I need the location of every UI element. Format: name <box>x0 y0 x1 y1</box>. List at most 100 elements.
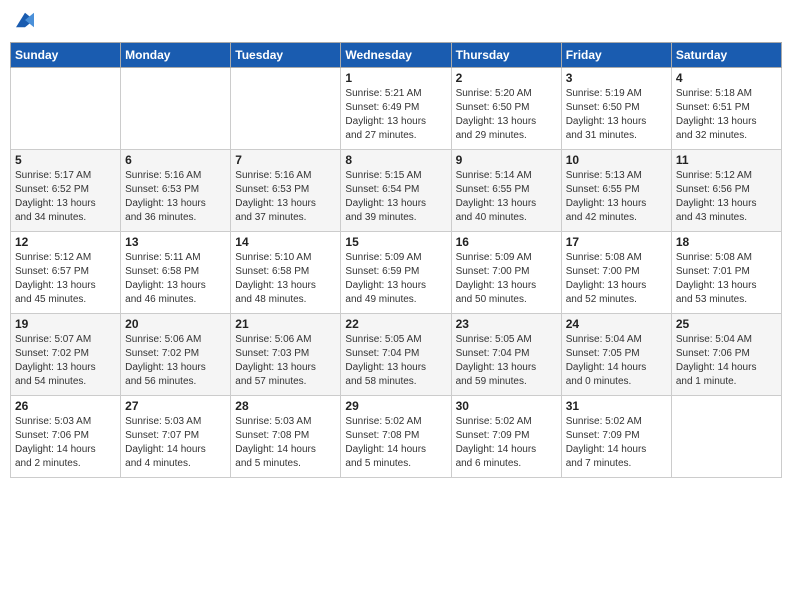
cell-info-line: Daylight: 14 hours <box>15 443 116 457</box>
weekday-header-cell: Saturday <box>671 43 781 68</box>
cell-info-line: Daylight: 13 hours <box>456 115 557 129</box>
calendar-cell <box>11 68 121 150</box>
day-number: 1 <box>345 71 446 85</box>
calendar-cell: 22Sunrise: 5:05 AMSunset: 7:04 PMDayligh… <box>341 314 451 396</box>
day-number: 19 <box>15 317 116 331</box>
cell-info-line: Sunrise: 5:16 AM <box>235 169 336 183</box>
cell-info-line: Sunrise: 5:04 AM <box>676 333 777 347</box>
cell-info-line: Sunset: 7:00 PM <box>566 265 667 279</box>
cell-info-line: Daylight: 13 hours <box>566 197 667 211</box>
calendar-week-row: 12Sunrise: 5:12 AMSunset: 6:57 PMDayligh… <box>11 232 782 314</box>
cell-info-line: and 0 minutes. <box>566 375 667 389</box>
cell-info-line: Sunrise: 5:16 AM <box>125 169 226 183</box>
calendar-cell: 24Sunrise: 5:04 AMSunset: 7:05 PMDayligh… <box>561 314 671 396</box>
cell-info-line: Daylight: 13 hours <box>566 279 667 293</box>
cell-info-line: Sunrise: 5:21 AM <box>345 87 446 101</box>
cell-info-line: and 48 minutes. <box>235 293 336 307</box>
calendar-table: SundayMondayTuesdayWednesdayThursdayFrid… <box>10 42 782 478</box>
cell-info-line: Daylight: 13 hours <box>235 279 336 293</box>
calendar-cell: 28Sunrise: 5:03 AMSunset: 7:08 PMDayligh… <box>231 396 341 478</box>
cell-info-line: Sunset: 6:57 PM <box>15 265 116 279</box>
cell-info-line: Daylight: 13 hours <box>125 279 226 293</box>
cell-info-line: Sunrise: 5:02 AM <box>345 415 446 429</box>
calendar-cell: 19Sunrise: 5:07 AMSunset: 7:02 PMDayligh… <box>11 314 121 396</box>
calendar-cell: 23Sunrise: 5:05 AMSunset: 7:04 PMDayligh… <box>451 314 561 396</box>
cell-info-line: Daylight: 14 hours <box>125 443 226 457</box>
cell-info-line: Sunrise: 5:06 AM <box>235 333 336 347</box>
calendar-cell: 12Sunrise: 5:12 AMSunset: 6:57 PMDayligh… <box>11 232 121 314</box>
cell-info-line: Daylight: 13 hours <box>676 197 777 211</box>
cell-info-line: Daylight: 13 hours <box>345 115 446 129</box>
cell-info-line: Daylight: 13 hours <box>566 115 667 129</box>
cell-info-line: Sunset: 7:03 PM <box>235 347 336 361</box>
cell-info-line: and 31 minutes. <box>566 129 667 143</box>
cell-info-line: Daylight: 13 hours <box>15 197 116 211</box>
day-number: 2 <box>456 71 557 85</box>
calendar-cell: 5 Sunrise: 5:17 AMSunset: 6:52 PMDaylight… <box>11 150 121 232</box>
calendar-cell <box>121 68 231 150</box>
cell-info-line: Sunrise: 5:17 AM <box>15 169 116 183</box>
cell-info-line: and 37 minutes. <box>235 211 336 225</box>
cell-info-line: Daylight: 13 hours <box>15 361 116 375</box>
calendar-cell: 29Sunrise: 5:02 AMSunset: 7:08 PMDayligh… <box>341 396 451 478</box>
day-number: 8 <box>345 153 446 167</box>
cell-info-line: Daylight: 14 hours <box>456 443 557 457</box>
cell-info-line: Sunrise: 5:06 AM <box>125 333 226 347</box>
calendar-cell: 3Sunrise: 5:19 AMSunset: 6:50 PMDaylight… <box>561 68 671 150</box>
cell-info-line: and 5 minutes. <box>345 457 446 471</box>
cell-info-line: and 2 minutes. <box>15 457 116 471</box>
cell-info-line: and 49 minutes. <box>345 293 446 307</box>
cell-info-line: and 5 minutes. <box>235 457 336 471</box>
cell-info-line: Sunset: 6:52 PM <box>15 183 116 197</box>
page-header <box>10 10 782 34</box>
day-number: 18 <box>676 235 777 249</box>
cell-info-line: and 50 minutes. <box>456 293 557 307</box>
calendar-cell: 10Sunrise: 5:13 AMSunset: 6:55 PMDayligh… <box>561 150 671 232</box>
cell-info-line: Daylight: 13 hours <box>456 197 557 211</box>
day-number: 21 <box>235 317 336 331</box>
weekday-header-cell: Tuesday <box>231 43 341 68</box>
cell-info-line: and 36 minutes. <box>125 211 226 225</box>
cell-info-line: Sunset: 7:02 PM <box>15 347 116 361</box>
calendar-cell: 27Sunrise: 5:03 AMSunset: 7:07 PMDayligh… <box>121 396 231 478</box>
day-number: 9 <box>456 153 557 167</box>
calendar-cell: 26Sunrise: 5:03 AMSunset: 7:06 PMDayligh… <box>11 396 121 478</box>
cell-info-line: and 39 minutes. <box>345 211 446 225</box>
cell-info-line: Daylight: 13 hours <box>676 279 777 293</box>
cell-info-line: and 58 minutes. <box>345 375 446 389</box>
day-number: 7 <box>235 153 336 167</box>
calendar-cell: 20Sunrise: 5:06 AMSunset: 7:02 PMDayligh… <box>121 314 231 396</box>
cell-info-line: Sunset: 7:04 PM <box>456 347 557 361</box>
day-number: 20 <box>125 317 226 331</box>
calendar-cell: 14Sunrise: 5:10 AMSunset: 6:58 PMDayligh… <box>231 232 341 314</box>
calendar-cell <box>671 396 781 478</box>
cell-info-line: Daylight: 13 hours <box>15 279 116 293</box>
calendar-cell: 6Sunrise: 5:16 AMSunset: 6:53 PMDaylight… <box>121 150 231 232</box>
cell-info-line: Sunset: 7:07 PM <box>125 429 226 443</box>
calendar-cell: 9Sunrise: 5:14 AMSunset: 6:55 PMDaylight… <box>451 150 561 232</box>
cell-info-line: Sunrise: 5:13 AM <box>566 169 667 183</box>
cell-info-line: Sunset: 7:09 PM <box>566 429 667 443</box>
cell-info-line: and 34 minutes. <box>15 211 116 225</box>
weekday-header-cell: Sunday <box>11 43 121 68</box>
cell-info-line: and 4 minutes. <box>125 457 226 471</box>
cell-info-line: and 59 minutes. <box>456 375 557 389</box>
cell-info-line: Sunrise: 5:10 AM <box>235 251 336 265</box>
cell-info-line: Daylight: 14 hours <box>566 443 667 457</box>
cell-info-line: and 32 minutes. <box>676 129 777 143</box>
cell-info-line: Sunset: 6:56 PM <box>676 183 777 197</box>
cell-info-line: and 40 minutes. <box>456 211 557 225</box>
day-number: 5 <box>15 153 116 167</box>
calendar-cell: 8Sunrise: 5:15 AMSunset: 6:54 PMDaylight… <box>341 150 451 232</box>
cell-info-line: Sunrise: 5:14 AM <box>456 169 557 183</box>
calendar-week-row: 26Sunrise: 5:03 AMSunset: 7:06 PMDayligh… <box>11 396 782 478</box>
day-number: 23 <box>456 317 557 331</box>
calendar-cell: 30Sunrise: 5:02 AMSunset: 7:09 PMDayligh… <box>451 396 561 478</box>
cell-info-line: Sunset: 6:49 PM <box>345 101 446 115</box>
cell-info-line: Daylight: 13 hours <box>456 279 557 293</box>
cell-info-line: Sunset: 6:58 PM <box>235 265 336 279</box>
cell-info-line: Daylight: 13 hours <box>235 361 336 375</box>
cell-info-line: Daylight: 14 hours <box>676 361 777 375</box>
cell-info-line: Daylight: 13 hours <box>676 115 777 129</box>
logo <box>14 10 34 34</box>
